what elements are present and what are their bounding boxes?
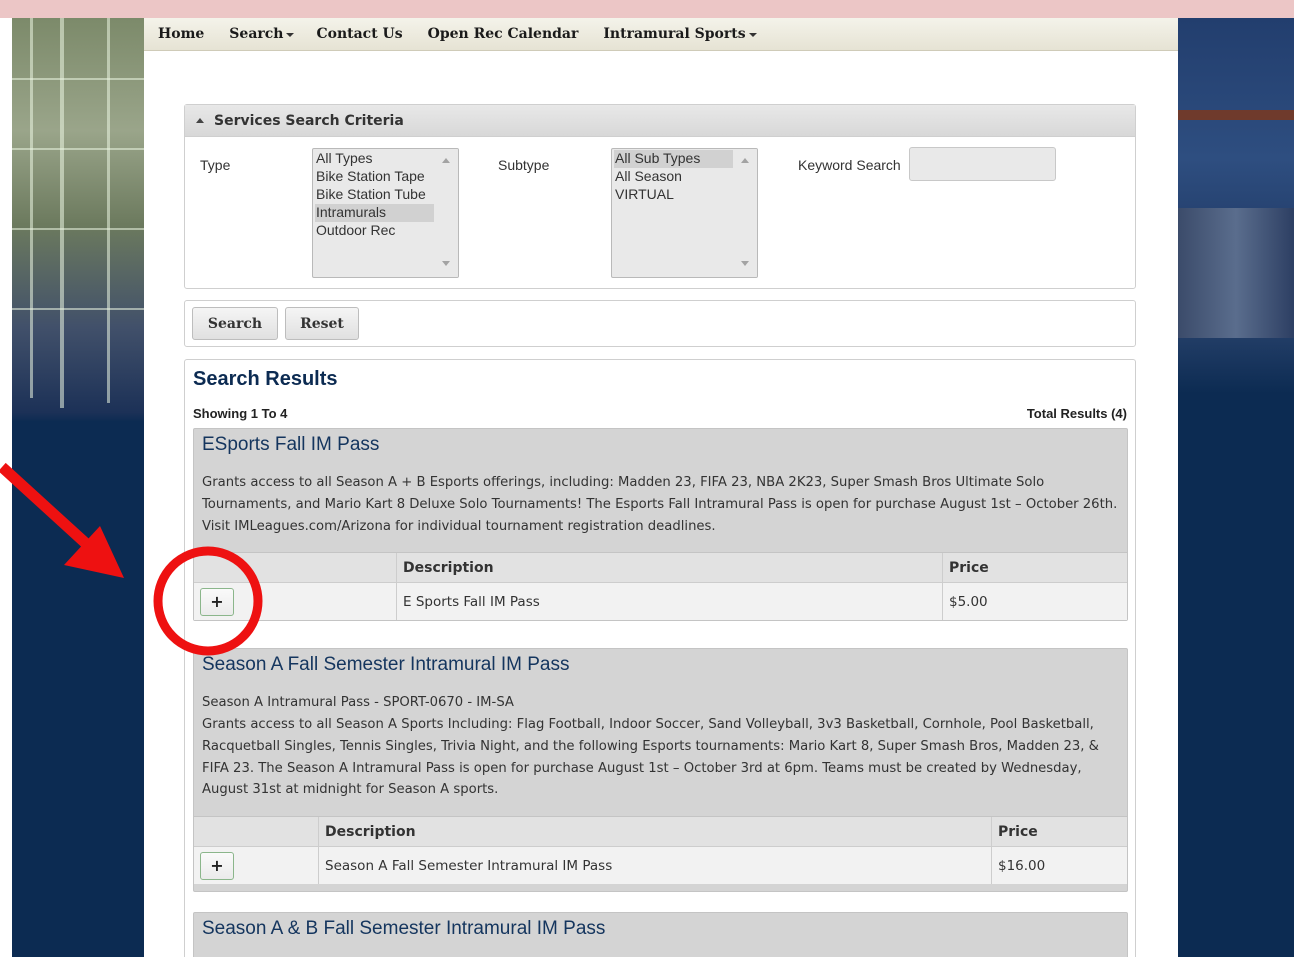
nav-search[interactable]: Search [229, 26, 295, 42]
total-results: Total Results (4) [1026, 406, 1127, 421]
showing-range: Showing 1 To 4 [193, 406, 288, 421]
collapse-triangle-icon [196, 118, 204, 123]
table-header-action [194, 817, 319, 846]
table-cell-description: E Sports Fall IM Pass [397, 583, 943, 620]
table-cell-price: $16.00 [998, 857, 1046, 874]
result-item: Season A Fall Semester Intramural IM Pas… [193, 648, 1128, 892]
type-label: Type [200, 157, 231, 173]
nav-intramural-sports[interactable]: Intramural Sports [603, 26, 757, 42]
result-item-description: Grants access to all Season A Sports Inc… [202, 717, 1099, 798]
nav-home[interactable]: Home [158, 26, 204, 42]
table-cell-action: + [194, 847, 319, 884]
search-criteria-panel: Services Search Criteria Type All Types … [184, 104, 1136, 289]
search-results-panel: Search Results Showing 1 To 4 Total Resu… [184, 359, 1136, 957]
type-listbox[interactable]: All Types Bike Station Tape Bike Station… [312, 148, 459, 278]
top-navbar: Home Search Contact Us Open Rec Calendar… [144, 18, 1178, 51]
search-button[interactable]: Search [192, 307, 278, 340]
table-row: + E Sports Fall IM Pass $5.00 [194, 583, 1127, 620]
reset-button[interactable]: Reset [285, 307, 359, 340]
type-option[interactable]: Bike Station Tube [315, 186, 434, 204]
subtype-listbox[interactable]: All Sub Types All Season VIRTUAL [611, 148, 758, 278]
table-header-action [194, 553, 397, 582]
subtype-option-selected[interactable]: All Sub Types [614, 150, 733, 168]
main-page: Home Search Contact Us Open Rec Calendar… [144, 18, 1178, 957]
type-option[interactable]: All Types [315, 150, 434, 168]
type-scrollbar[interactable] [434, 149, 458, 277]
nav-intramural-label: Intramural Sports [603, 26, 746, 42]
result-item-title: Season A & B Fall Semester Intramural IM… [202, 918, 606, 939]
scroll-down-icon[interactable] [741, 261, 749, 266]
scroll-up-icon[interactable] [741, 158, 749, 163]
criteria-toggle[interactable]: Services Search Criteria [185, 105, 1135, 137]
result-item-title: ESports Fall IM Pass [202, 434, 380, 455]
top-strip [0, 0, 1294, 18]
add-to-cart-button[interactable]: + [200, 587, 234, 616]
table-header-row: Description Price [194, 553, 1127, 583]
add-to-cart-button[interactable]: + [200, 851, 234, 880]
background-photo-left [12, 18, 144, 957]
type-option[interactable]: Bike Station Tape [315, 168, 434, 186]
price-table: Description Price + Season A Fall Semest… [194, 816, 1127, 884]
keyword-search-input[interactable] [909, 147, 1056, 181]
nav-search-label: Search [229, 26, 284, 42]
keyword-label: Keyword Search [798, 157, 901, 173]
table-header-price: Price [998, 823, 1038, 840]
caret-down-icon [286, 33, 295, 37]
table-cell-description: Season A Fall Semester Intramural IM Pas… [319, 847, 992, 884]
table-row: + Season A Fall Semester Intramural IM P… [194, 847, 1127, 884]
table-cell-action: + [194, 583, 397, 620]
subtype-label: Subtype [498, 157, 550, 173]
result-item: Season A & B Fall Semester Intramural IM… [193, 912, 1128, 957]
type-option-selected[interactable]: Intramurals [315, 204, 434, 222]
nav-open-rec-calendar[interactable]: Open Rec Calendar [428, 26, 579, 42]
table-header-description: Description [319, 817, 992, 846]
result-item: ESports Fall IM Pass Grants access to al… [193, 428, 1128, 621]
scroll-down-icon[interactable] [442, 261, 450, 266]
criteria-title: Services Search Criteria [214, 112, 404, 129]
table-cell-price: $5.00 [949, 593, 988, 610]
results-title: Search Results [193, 368, 338, 390]
result-item-title: Season A Fall Semester Intramural IM Pas… [202, 654, 570, 675]
nav-contact-us[interactable]: Contact Us [316, 26, 402, 42]
subtype-option[interactable]: VIRTUAL [614, 186, 733, 204]
price-table: Description Price + E Sports Fall IM Pas… [194, 552, 1127, 620]
background-photo-right [1178, 18, 1294, 957]
table-header-price: Price [949, 559, 989, 576]
result-item-subtitle: Season A Intramural Pass - SPORT-0670 - … [202, 695, 514, 710]
search-buttons-panel: Search Reset [184, 300, 1136, 347]
result-item-description: Grants access to all Season A + B Esport… [202, 475, 1118, 534]
scroll-up-icon[interactable] [442, 158, 450, 163]
table-header-row: Description Price [194, 817, 1127, 847]
table-header-description: Description [397, 553, 943, 582]
subtype-option[interactable]: All Season [614, 168, 733, 186]
subtype-scrollbar[interactable] [733, 149, 757, 277]
page-edge [0, 18, 12, 957]
caret-down-icon [748, 33, 757, 37]
type-option[interactable]: Outdoor Rec [315, 222, 434, 240]
